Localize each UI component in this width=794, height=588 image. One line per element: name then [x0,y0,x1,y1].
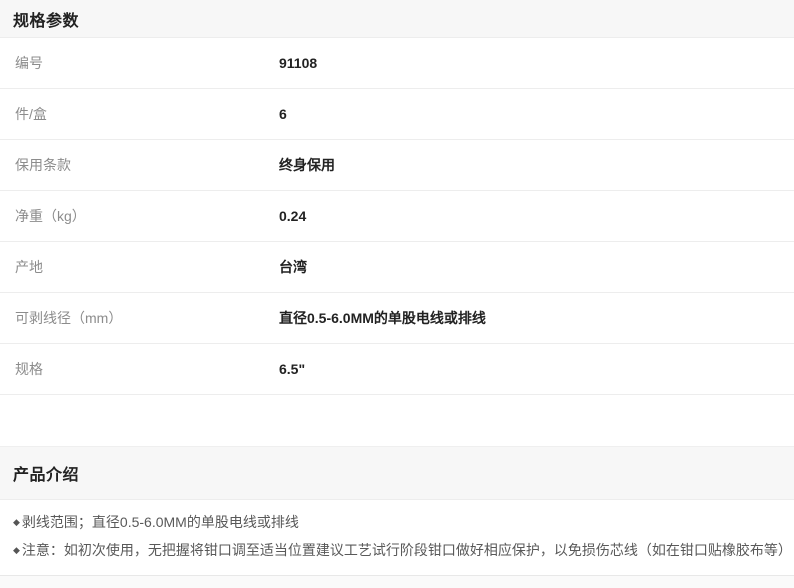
table-row: 产地 台湾 [0,242,794,293]
row-label: 件/盒 [0,104,279,124]
intro-section-title: 产品介绍 [13,461,79,485]
row-label: 保用条款 [0,155,279,175]
spacer [0,395,794,446]
table-row: 编号 91108 [0,38,794,89]
row-label: 产地 [0,257,279,277]
row-value: 直径0.5-6.0MM的单股电线或排线 [279,308,486,328]
bullet-item: ◆ 注意：如初次使用，无把握将钳口调至适当位置建议工艺试行阶段钳口做好相应保护，… [13,536,781,564]
spec-table: 编号 91108 件/盒 6 保用条款 终身保用 净重（kg） 0.24 产地 … [0,38,794,395]
table-row: 可剥线径（mm） 直径0.5-6.0MM的单股电线或排线 [0,293,794,344]
row-value: 6 [279,106,287,122]
row-label: 净重（kg） [0,206,279,226]
table-row: 净重（kg） 0.24 [0,191,794,242]
next-section-band [0,575,794,588]
row-label: 可剥线径（mm） [0,308,279,328]
spec-section-header: 规格参数 [0,0,794,38]
row-value: 台湾 [279,257,307,277]
spec-section-title: 规格参数 [13,7,79,31]
row-value: 0.24 [279,208,306,224]
bullet-text: 注意：如初次使用，无把握将钳口调至适当位置建议工艺试行阶段钳口做好相应保护，以免… [22,536,792,564]
diamond-bullet-icon: ◆ [13,508,20,536]
diamond-bullet-icon: ◆ [13,536,20,564]
intro-bullets: ◆ 剥线范围；直径0.5-6.0MM的单股电线或排线 ◆ 注意：如初次使用，无把… [0,500,794,575]
table-row: 件/盒 6 [0,89,794,140]
table-row: 保用条款 终身保用 [0,140,794,191]
bullet-text: 剥线范围；直径0.5-6.0MM的单股电线或排线 [22,508,299,536]
row-value: 6.5" [279,361,305,377]
table-row: 规格 6.5" [0,344,794,395]
row-label: 规格 [0,359,279,379]
row-label: 编号 [0,53,279,73]
intro-section-header: 产品介绍 [0,446,794,500]
bullet-item: ◆ 剥线范围；直径0.5-6.0MM的单股电线或排线 [13,508,781,536]
row-value: 终身保用 [279,155,335,175]
row-value: 91108 [279,55,317,71]
